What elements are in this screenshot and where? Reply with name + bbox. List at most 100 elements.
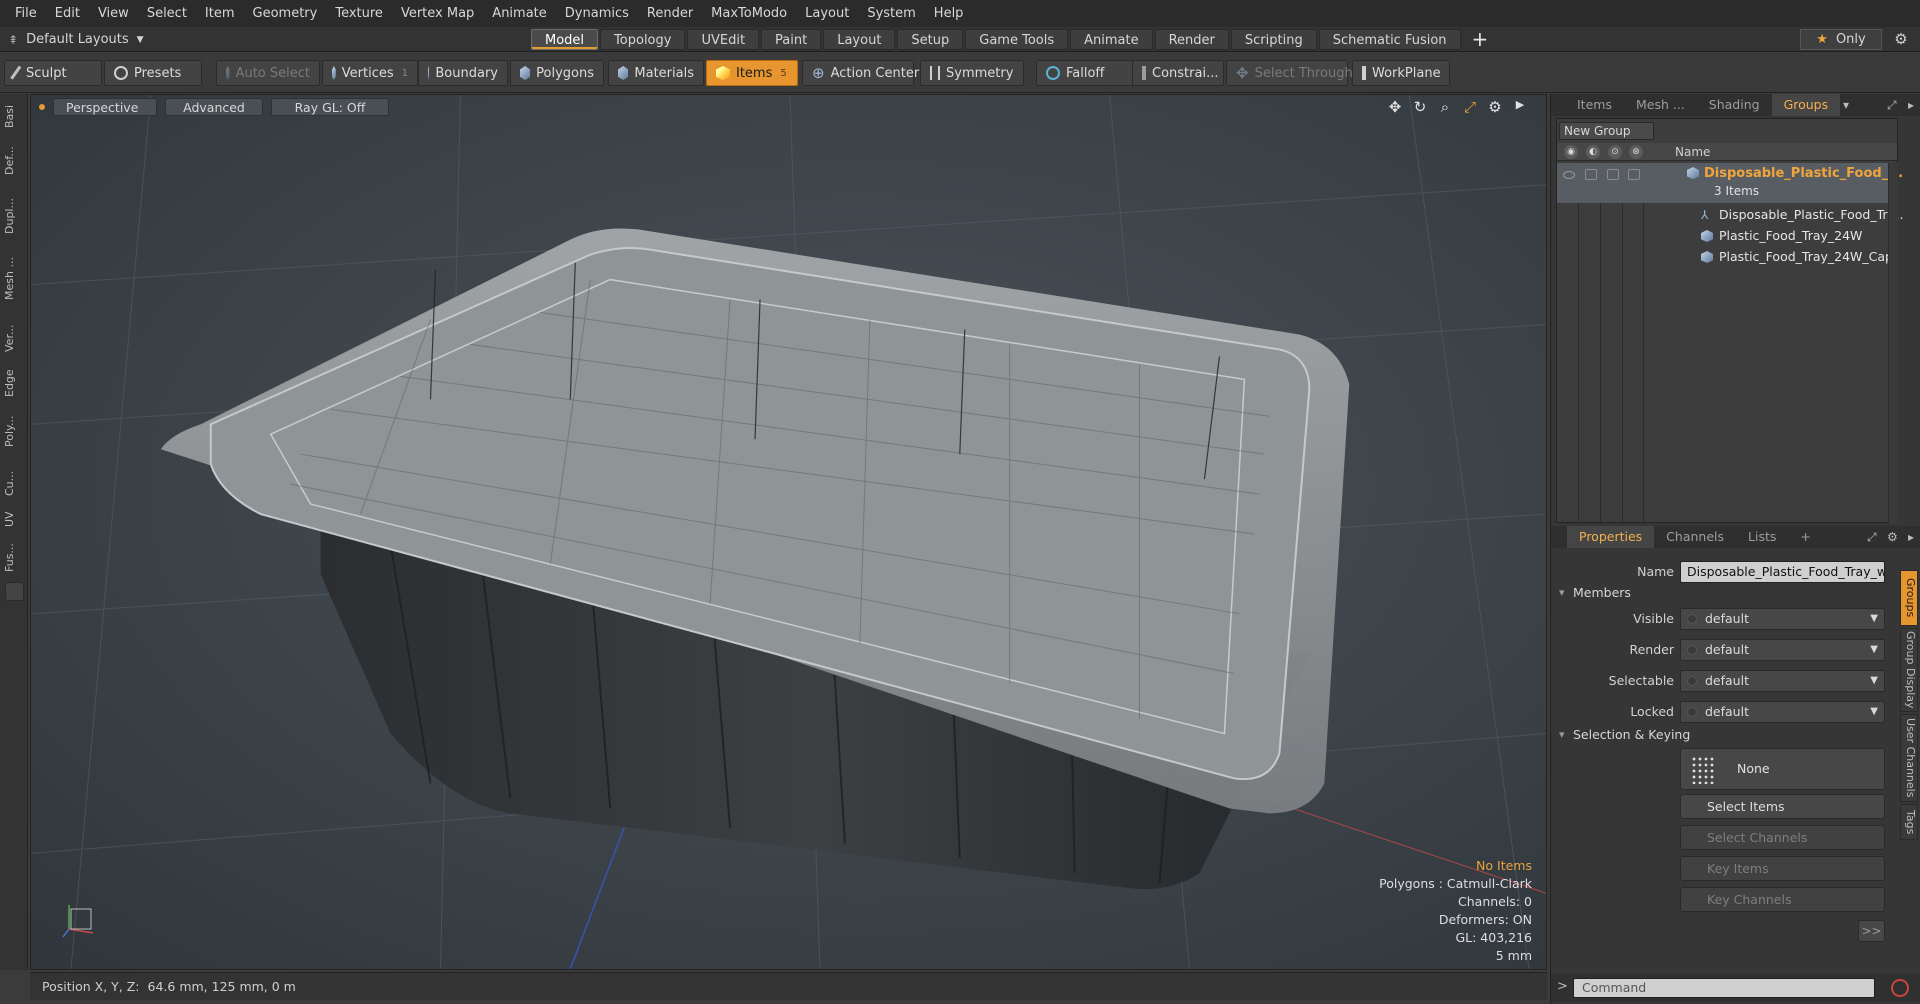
menu-file[interactable]: File <box>6 0 46 27</box>
materials-button[interactable]: Materials <box>608 60 704 86</box>
menu-help[interactable]: Help <box>925 0 973 27</box>
left-tab-0[interactable]: Basi <box>3 98 25 134</box>
action-center-button[interactable]: ⊕ Action Center <box>802 60 919 86</box>
more-button[interactable]: >> <box>1858 920 1885 942</box>
lock-icon[interactable]: ⊙ <box>1608 145 1622 159</box>
render-icon[interactable]: ◐ <box>1586 145 1600 159</box>
left-tab-7[interactable]: Cu... <box>3 462 25 505</box>
pan-icon[interactable]: ✥ <box>1387 98 1403 116</box>
maximize-icon[interactable]: ⤢ <box>1462 98 1478 116</box>
stop-icon[interactable] <box>1891 979 1909 997</box>
tab-mesh[interactable]: Mesh ... <box>1624 94 1697 116</box>
tab-setup[interactable]: Setup <box>897 29 964 50</box>
scrollbar[interactable] <box>1888 163 1898 523</box>
left-tab-8[interactable]: UV <box>3 507 25 531</box>
menu-animate[interactable]: Animate <box>483 0 555 27</box>
menu-item[interactable]: Item <box>196 0 244 27</box>
vertices-button[interactable]: Vertices 1 <box>322 60 418 86</box>
gear-icon[interactable]: ⚙ <box>1890 29 1912 50</box>
left-tab-2[interactable]: Dupl... <box>3 188 25 245</box>
render-dropdown[interactable]: default ▼ <box>1680 639 1885 661</box>
render-toggle-icon[interactable] <box>1585 169 1597 180</box>
menu-system[interactable]: System <box>858 0 924 27</box>
maximize-icon[interactable]: ⤢ <box>1867 526 1877 548</box>
workplane-button[interactable]: WorkPlane <box>1352 60 1450 86</box>
selection-keying-section[interactable]: Selection & Keying <box>1559 725 1889 745</box>
key-channels-button[interactable]: Key Channels <box>1680 887 1885 912</box>
add-tab-icon[interactable]: + <box>1462 29 1499 50</box>
visibility-icon[interactable] <box>1563 171 1575 179</box>
falloff-button[interactable]: Falloff <box>1036 60 1136 86</box>
items-button[interactable]: Items 5 <box>706 60 798 86</box>
3d-viewport[interactable]: Perspective Advanced Ray GL: Off ✥ ↻ ⌕ ⤢… <box>30 94 1547 970</box>
lock-toggle-icon[interactable] <box>1607 169 1619 180</box>
members-section[interactable]: Members <box>1559 583 1889 603</box>
tree-item[interactable]: ⅄ Disposable_Plastic_Food_Tr ... <box>1557 205 1903 225</box>
constraints-button[interactable]: Constrai... <box>1132 60 1224 86</box>
menu-vertex-map[interactable]: Vertex Map <box>392 0 483 27</box>
tab-shading[interactable]: Shading <box>1697 94 1772 116</box>
left-tab-1[interactable]: Def... <box>3 136 25 186</box>
pin-icon[interactable]: ⇞ <box>8 33 18 47</box>
advanced-button[interactable]: Advanced <box>165 98 263 116</box>
left-tab-4[interactable]: Ver... <box>3 313 25 363</box>
only-toggle[interactable]: ★ Only <box>1800 29 1882 50</box>
tab-model[interactable]: Model <box>531 29 599 50</box>
tree-item[interactable]: Plastic_Food_Tray_24W <box>1557 226 1897 246</box>
sculpt-button[interactable]: Sculpt <box>4 60 102 86</box>
select-items-button[interactable]: Select Items <box>1680 794 1885 819</box>
menu-render[interactable]: Render <box>638 0 702 27</box>
menu-geometry[interactable]: Geometry <box>244 0 327 27</box>
tab-uvedit[interactable]: UVEdit <box>687 29 760 50</box>
tab-schematic-fusion[interactable]: Schematic Fusion <box>1318 29 1461 50</box>
select-icon[interactable]: ⊛ <box>1629 145 1643 159</box>
symmetry-button[interactable]: Symmetry <box>920 60 1024 86</box>
rotate-icon[interactable]: ↻ <box>1412 98 1428 116</box>
left-tab-9[interactable]: Fus... <box>3 533 25 583</box>
tab-render[interactable]: Render <box>1154 29 1229 50</box>
viewport-scene[interactable] <box>31 95 1546 969</box>
strip-expand-button[interactable] <box>5 582 24 601</box>
add-tab-icon[interactable]: + <box>1788 526 1822 548</box>
visible-dropdown[interactable]: default ▼ <box>1680 608 1885 630</box>
left-tab-3[interactable]: Mesh ... <box>3 247 25 311</box>
select-toggle-icon[interactable] <box>1628 169 1640 180</box>
tab-lists[interactable]: Lists <box>1736 526 1788 548</box>
tab-game-tools[interactable]: Game Tools <box>965 29 1069 50</box>
none-button[interactable]: None <box>1680 748 1885 790</box>
gear-icon[interactable]: ⚙ <box>1887 526 1898 548</box>
polygons-button[interactable]: Polygons <box>510 60 604 86</box>
tree-item[interactable]: Plastic_Food_Tray_24W_Cap <box>1557 247 1897 267</box>
select-channels-button[interactable]: Select Channels <box>1680 825 1885 850</box>
play-icon[interactable]: ▶ <box>1512 98 1528 116</box>
layouts-dropdown[interactable]: ⇞ Default Layouts ▼ <box>8 27 144 52</box>
side-tab-group-display[interactable]: Group Display <box>1900 628 1918 712</box>
gear-icon[interactable]: ⚙ <box>1487 98 1503 116</box>
eye-icon[interactable]: ◉ <box>1564 145 1578 159</box>
zoom-icon[interactable]: ⌕ <box>1437 98 1453 116</box>
menu-texture[interactable]: Texture <box>326 0 392 27</box>
tab-properties[interactable]: Properties <box>1567 526 1655 548</box>
group-row[interactable]: Disposable_Plastic_Food_... 3 Items <box>1557 163 1903 203</box>
selectable-dropdown[interactable]: default ▼ <box>1680 670 1885 692</box>
tab-animate[interactable]: Animate <box>1070 29 1153 50</box>
menu-layout[interactable]: Layout <box>796 0 858 27</box>
presets-button[interactable]: Presets <box>104 60 202 86</box>
menu-dynamics[interactable]: Dynamics <box>556 0 638 27</box>
side-tab-user-channels[interactable]: User Channels <box>1900 714 1918 802</box>
maximize-icon[interactable]: ⤢ <box>1887 94 1897 116</box>
tab-items[interactable]: Items <box>1559 94 1624 116</box>
left-tab-5[interactable]: Edge <box>3 365 25 401</box>
viewport-menu-dot[interactable] <box>39 104 45 110</box>
tab-layout[interactable]: Layout <box>823 29 896 50</box>
command-input[interactable]: Command <box>1573 978 1875 998</box>
side-tab-groups[interactable]: Groups <box>1900 570 1918 626</box>
left-tab-6[interactable]: Poly... <box>3 403 25 460</box>
view-mode-button[interactable]: Perspective <box>53 98 157 116</box>
menu-view[interactable]: View <box>89 0 138 27</box>
tab-scripting[interactable]: Scripting <box>1230 29 1317 50</box>
play-icon[interactable]: ▸ <box>1908 94 1914 116</box>
side-tab-tags[interactable]: Tags <box>1900 804 1918 840</box>
name-column-header[interactable]: Name <box>1675 143 1710 161</box>
menu-maxtomodo[interactable]: MaxToModo <box>702 0 796 27</box>
